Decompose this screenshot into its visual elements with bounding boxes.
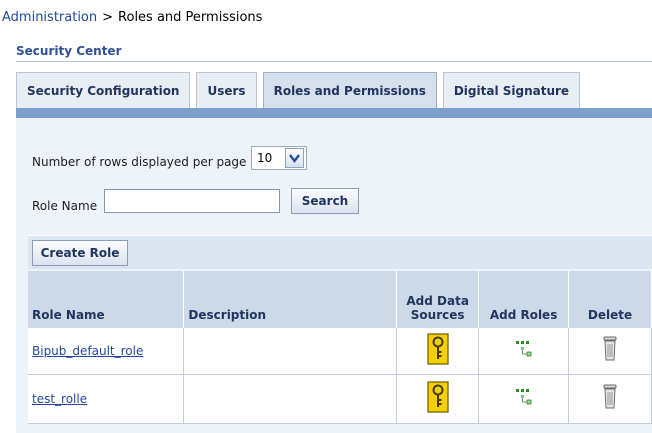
- table-header-row: Role Name Description Add Data Sources A…: [28, 271, 652, 328]
- description-cell: [183, 328, 398, 375]
- column-header-add-data-sources-line2: Sources: [410, 308, 465, 322]
- rows-per-page-select[interactable]: 10: [251, 146, 307, 170]
- role-name-cell: test_rolle: [28, 374, 185, 424]
- description-cell: [183, 374, 398, 424]
- delete-cell: [568, 328, 652, 375]
- tab-bar: Security Configuration Users Roles and P…: [16, 72, 586, 108]
- role-name-cell: Bipub_default_role: [28, 328, 185, 375]
- roles-table: Role Name Description Add Data Sources A…: [28, 271, 652, 424]
- column-header-add-data-sources: Add Data Sources: [396, 271, 480, 328]
- breadcrumb: Administration > Roles and Permissions: [2, 10, 262, 25]
- rows-per-page-value: 10: [257, 151, 273, 165]
- breadcrumb-separator: >: [102, 10, 114, 25]
- chevron-down-icon[interactable]: [285, 148, 304, 168]
- column-header-role-name[interactable]: Role Name: [28, 271, 185, 328]
- section-divider: [16, 61, 652, 62]
- key-icon[interactable]: [427, 381, 449, 416]
- column-header-description: Description: [183, 271, 398, 328]
- section-title: Security Center: [16, 44, 122, 58]
- key-icon[interactable]: [427, 333, 449, 368]
- add-roles-cell: [478, 328, 570, 375]
- hierarchy-icon[interactable]: [515, 340, 533, 361]
- role-name-label: Role Name: [32, 199, 98, 213]
- roles-panel: Number of rows displayed per page 10 Rol…: [16, 118, 652, 433]
- create-role-button[interactable]: Create Role: [32, 240, 128, 266]
- role-link[interactable]: test_rolle: [32, 392, 87, 406]
- breadcrumb-current: Roles and Permissions: [118, 10, 263, 25]
- column-header-delete: Delete: [568, 271, 652, 328]
- table-row: Bipub_default_role: [28, 328, 652, 375]
- role-link[interactable]: Bipub_default_role: [32, 344, 143, 358]
- add-data-sources-cell: [396, 328, 480, 375]
- hierarchy-icon[interactable]: [515, 388, 533, 409]
- breadcrumb-administration-link[interactable]: Administration: [2, 10, 97, 25]
- column-header-add-roles: Add Roles: [478, 271, 570, 328]
- tab-security-configuration[interactable]: Security Configuration: [16, 72, 191, 108]
- tab-roles-and-permissions[interactable]: Roles and Permissions: [262, 72, 437, 108]
- table-toolbar: Create Role: [28, 235, 652, 269]
- rows-per-page-label: Number of rows displayed per page: [32, 155, 247, 169]
- search-button[interactable]: Search: [291, 188, 359, 214]
- add-data-sources-cell: [396, 374, 480, 424]
- delete-cell: [568, 374, 652, 424]
- table-row: test_rolle: [28, 374, 652, 424]
- tab-users[interactable]: Users: [196, 72, 257, 108]
- trash-icon[interactable]: [602, 384, 618, 413]
- tab-content-bar: [16, 108, 652, 118]
- add-roles-cell: [478, 374, 570, 424]
- column-header-add-data-sources-line1: Add Data: [406, 294, 469, 308]
- role-name-input[interactable]: [104, 189, 280, 213]
- trash-icon[interactable]: [602, 336, 618, 365]
- tab-digital-signature[interactable]: Digital Signature: [442, 72, 581, 108]
